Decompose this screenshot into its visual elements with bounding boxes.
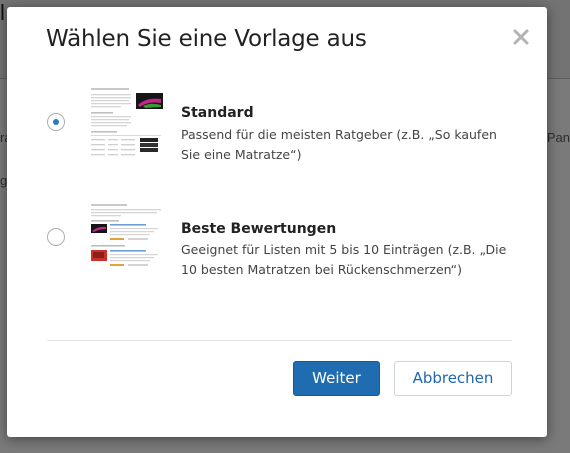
radio-best-ratings[interactable] <box>47 228 65 246</box>
footer-divider <box>47 340 512 341</box>
option-title: Beste Bewertungen <box>181 221 337 237</box>
best-ratings-thumbnail <box>88 201 165 277</box>
background-text: l <box>0 0 5 25</box>
template-dialog: Wählen Sie eine Vorlage aus Standard Pas… <box>7 7 547 437</box>
background-text: Pan <box>546 130 570 145</box>
option-description: Geeignet für Listen mit 5 bis 10 Einträg… <box>181 242 507 277</box>
cancel-button[interactable]: Abbrechen <box>394 361 512 396</box>
option-description: Passend für die meisten Ratgeber (z.B. „… <box>181 127 497 162</box>
radio-standard[interactable] <box>47 113 65 131</box>
standard-thumbnail <box>88 85 165 161</box>
dialog-title: Wählen Sie eine Vorlage aus <box>46 26 367 52</box>
continue-button[interactable]: Weiter <box>293 361 380 396</box>
option-title: Standard <box>181 105 254 121</box>
template-option-standard[interactable]: Standard Passend für die meisten Ratgebe… <box>7 85 547 185</box>
close-icon[interactable] <box>511 27 531 47</box>
template-option-best-ratings[interactable]: Beste Bewertungen Geeignet für Listen mi… <box>7 199 547 299</box>
